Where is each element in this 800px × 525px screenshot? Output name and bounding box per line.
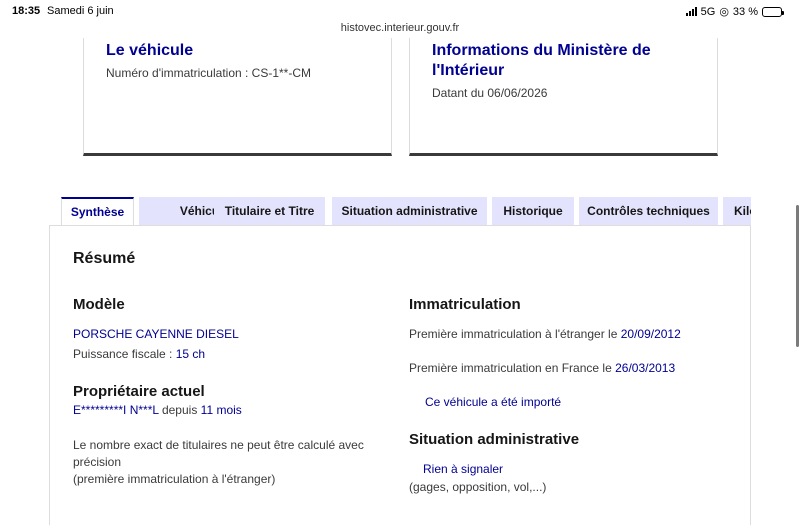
owner-note-line1: Le nombre exact de titulaires ne peut êt…	[73, 438, 364, 452]
vehicle-card[interactable]: Le véhicule Numéro d'immatriculation : C…	[83, 38, 392, 156]
first-france-label: Première immatriculation en France le	[409, 361, 612, 375]
tab-kilometrage[interactable]: Kilo	[723, 197, 751, 225]
owner-note-line2: précision	[73, 455, 122, 469]
tab-bar: Synthèse Véhicule Titulaire et Titre Sit…	[61, 197, 751, 225]
ministry-date: Datant du 06/06/2026	[432, 86, 548, 100]
owner-line: E*********I N***L depuis 11 mois	[73, 403, 242, 417]
tab-synthese[interactable]: Synthèse	[61, 197, 134, 225]
registration-number: Numéro d'immatriculation : CS-1**-CM	[106, 66, 312, 80]
ministry-card-title[interactable]: Informations du Ministère de l'Intérieur	[432, 41, 651, 81]
owner-since-label: depuis	[161, 403, 198, 417]
owner-heading: Propriétaire actuel	[73, 383, 205, 400]
ministry-title-line2: l'Intérieur	[432, 62, 505, 79]
fiscal-power-value: 15 ch	[175, 347, 206, 361]
admin-status-value[interactable]: Rien à signaler	[423, 462, 503, 476]
orientation-lock-icon: ◎	[719, 6, 729, 18]
owner-since-value: 11 mois	[200, 403, 242, 417]
status-date: Samedi 6 juin	[47, 5, 114, 17]
vehicle-card-title[interactable]: Le véhicule	[106, 41, 193, 61]
tab-controles-techniques[interactable]: Contrôles techniques	[579, 197, 718, 225]
owner-note-line3: (première immatriculation à l'étranger)	[73, 472, 276, 486]
owner-name: E*********I N***L	[73, 403, 159, 417]
admin-status-heading: Situation administrative	[409, 431, 580, 448]
status-indicators: 5G ◎ 33 %	[685, 5, 784, 18]
synthese-panel: Résumé Modèle PORSCHE CAYENNE DIESEL Pui…	[49, 225, 751, 525]
summary-title: Résumé	[73, 250, 136, 267]
page-scrollbar[interactable]	[796, 205, 799, 347]
admin-status-details: (gages, opposition, vol,...)	[409, 480, 547, 494]
fiscal-power: Puissance fiscale : 15 ch	[73, 347, 205, 361]
battery-percent: 33 %	[732, 5, 758, 18]
first-abroad-date: 20/09/2012	[620, 327, 681, 341]
registration-heading: Immatriculation	[409, 296, 521, 313]
model-name: PORSCHE CAYENNE DIESEL	[73, 327, 239, 341]
imported-vehicle-link[interactable]: Ce véhicule a été importé	[425, 395, 561, 409]
cellular-signal-icon	[685, 7, 697, 16]
model-heading: Modèle	[73, 296, 125, 313]
first-france-date: 26/03/2013	[615, 361, 676, 375]
owner-count-note: Le nombre exact de titulaires ne peut êt…	[73, 437, 364, 488]
browser-url[interactable]: histovec.interieur.gouv.fr	[0, 22, 800, 34]
battery-icon	[762, 6, 784, 17]
first-registration-france: Première immatriculation en France le 26…	[409, 361, 675, 375]
network-type: 5G	[700, 5, 716, 18]
fiscal-power-label: Puissance fiscale :	[73, 347, 173, 361]
status-time: 18:35	[12, 5, 41, 17]
first-abroad-label: Première immatriculation à l'étranger le	[409, 327, 618, 341]
ministry-card[interactable]: Informations du Ministère de l'Intérieur…	[409, 38, 718, 156]
tab-situation-administrative[interactable]: Situation administrative	[332, 197, 487, 225]
first-registration-abroad: Première immatriculation à l'étranger le…	[409, 327, 681, 341]
tab-titulaire-titre[interactable]: Titulaire et Titre	[214, 197, 325, 225]
status-bar: 18:35 Samedi 6 juin 5G ◎ 33 %	[0, 0, 800, 22]
tab-historique[interactable]: Historique	[492, 197, 574, 225]
ministry-title-line1: Informations du Ministère de	[432, 42, 651, 59]
